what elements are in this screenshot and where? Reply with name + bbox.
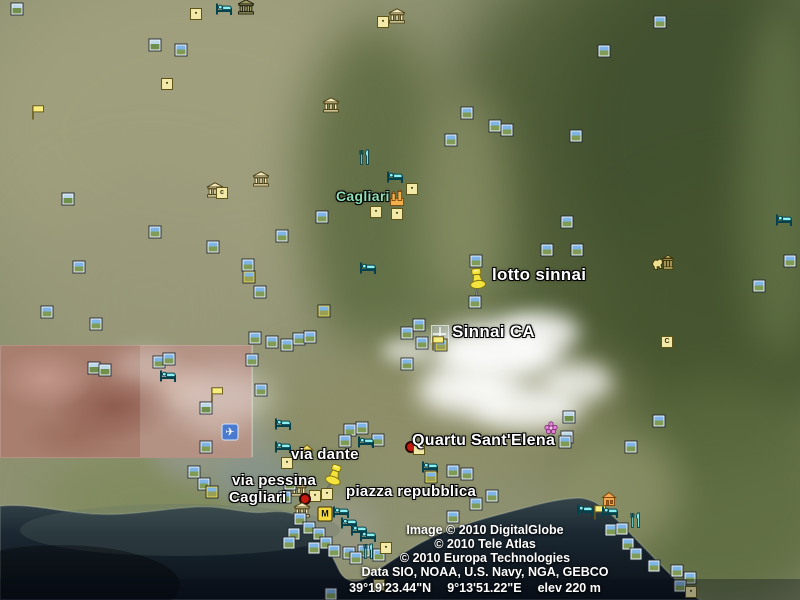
placemark-label[interactable]: via dante [291,446,359,463]
map-attribution: Image © 2010 DigitalGlobe © 2010 Tele At… [340,523,630,579]
longitude-readout: 9°13'51.22"E [447,581,521,595]
status-bar: 39°19'23.44"N 9°13'51.22"E elev 220 m [320,581,630,595]
attribution-line: © 2010 Europa Technologies [340,551,630,565]
latitude-readout: 39°19'23.44"N [349,581,431,595]
placemark-label[interactable]: piazza repubblica [346,483,476,500]
attribution-line: Data SIO, NOAA, U.S. Navy, NGA, GEBCO [340,565,630,579]
placemark-label[interactable]: Cagliari [229,489,286,506]
placemark-label[interactable]: Sinnai CA [452,322,535,342]
placemark-label[interactable]: Cagliari [336,188,390,204]
attribution-line: © 2010 Tele Atlas [340,537,630,551]
google-earth-viewport[interactable]: ▪▪▪c▪▪▪C✈▪▪▪▪M▪▪▪ Cagliarilotto sinnaiSi… [0,0,800,600]
labels-layer: Cagliari lotto sinnai Sinnai CA Quartu Sant… [0,0,800,600]
placemark-label[interactable]: Quartu Sant'Elena [412,432,555,450]
attribution-line: Image © 2010 DigitalGlobe [340,523,630,537]
placemark-label[interactable]: lotto sinnai [492,265,586,285]
elevation-readout: elev 220 m [538,581,601,595]
placemark-label[interactable]: via pessina [232,472,316,489]
